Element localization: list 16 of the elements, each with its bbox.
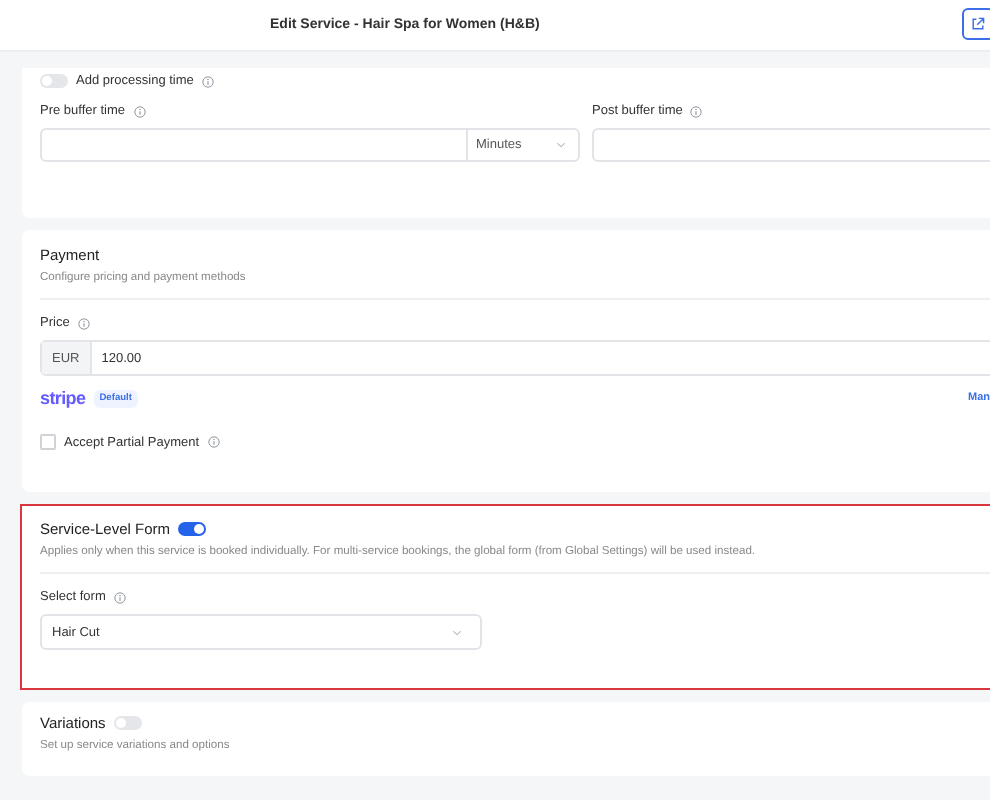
chevron-down-icon [556, 142, 566, 148]
checkbox[interactable] [40, 434, 56, 450]
external-link-icon [970, 16, 986, 32]
chevron-down-icon [452, 629, 462, 635]
info-icon [201, 75, 214, 87]
info-icon [690, 105, 703, 117]
toggle-switch[interactable] [178, 522, 207, 536]
info-icon [207, 436, 220, 448]
toggle-switch[interactable] [40, 74, 68, 88]
info-icon [113, 591, 126, 603]
info-icon [77, 317, 90, 329]
open-external-button[interactable] [962, 8, 990, 40]
toggle-switch[interactable] [113, 716, 142, 730]
info-icon [133, 105, 146, 117]
input-field[interactable] [592, 128, 990, 162]
payment-gateway-logo: stripe [40, 388, 86, 408]
